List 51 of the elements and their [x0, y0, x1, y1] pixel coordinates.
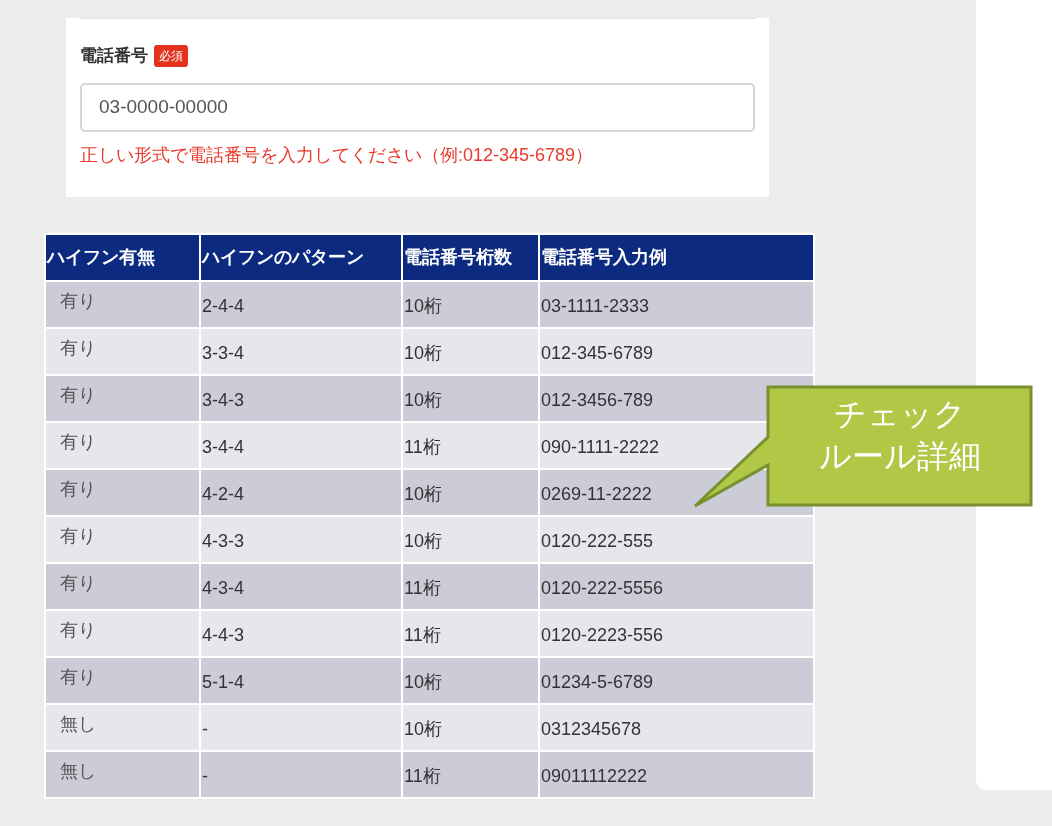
table-cell: 有り — [45, 421, 200, 469]
table-cell: 11桁 — [402, 421, 539, 469]
table-cell: 01234-5-6789 — [539, 656, 814, 704]
table-cell: 11桁 — [402, 750, 539, 798]
table-cell: - — [200, 703, 402, 751]
column-header: 電話番号桁数 — [402, 233, 539, 281]
table-cell: 有り — [45, 609, 200, 657]
callout-text: ルール詳細 — [819, 437, 981, 476]
table-cell: 有り — [45, 374, 200, 422]
callout-text: チェック — [834, 395, 966, 434]
table-cell: 3-4-4 — [200, 421, 402, 469]
table-cell: 4-4-3 — [200, 609, 402, 657]
error-message: 正しい形式で電話番号を入力してください（例:012-345-6789） — [80, 143, 595, 167]
column-header: ハイフン有無 — [45, 233, 200, 281]
table-cell: 0312345678 — [539, 703, 814, 751]
table-cell: 10桁 — [402, 327, 539, 375]
table-cell: 2-4-4 — [200, 280, 402, 328]
table-cell: 03-1111-2333 — [539, 280, 814, 328]
required-badge: 必須 — [154, 44, 188, 67]
table-cell: 有り — [45, 327, 200, 375]
table-cell: 0120-2223-556 — [539, 609, 814, 657]
table-cell: 有り — [45, 468, 200, 516]
table-cell: 有り — [45, 562, 200, 610]
table-cell: - — [200, 750, 402, 798]
table-cell: 09011112222 — [539, 750, 814, 798]
table-cell: 012-345-6789 — [539, 327, 814, 375]
table-cell: 有り — [45, 280, 200, 328]
table-cell: 無し — [45, 750, 200, 798]
phone-input-field[interactable]: 03-0000-00000 — [80, 82, 755, 132]
table-cell: 有り — [45, 656, 200, 704]
table-cell: 10桁 — [402, 468, 539, 516]
table-cell: 0120-222-5556 — [539, 562, 814, 610]
table-cell: 有り — [45, 515, 200, 563]
column-header: ハイフンのパターン — [200, 233, 402, 281]
table-cell: 5-1-4 — [200, 656, 402, 704]
table-cell: 3-4-3 — [200, 374, 402, 422]
table-cell: 4-3-3 — [200, 515, 402, 563]
table-cell: 4-3-4 — [200, 562, 402, 610]
table-cell: 10桁 — [402, 280, 539, 328]
table-cell: 11桁 — [402, 562, 539, 610]
table-cell: 10桁 — [402, 374, 539, 422]
field-label: 電話番号 — [80, 45, 148, 67]
table-cell: 0120-222-555 — [539, 515, 814, 563]
table-cell: 無し — [45, 703, 200, 751]
column-header: 電話番号入力例 — [539, 233, 814, 281]
table-cell: 10桁 — [402, 656, 539, 704]
table-cell: 3-3-4 — [200, 327, 402, 375]
table-cell: 4-2-4 — [200, 468, 402, 516]
table-cell: 11桁 — [402, 609, 539, 657]
table-cell: 10桁 — [402, 703, 539, 751]
table-cell: 10桁 — [402, 515, 539, 563]
